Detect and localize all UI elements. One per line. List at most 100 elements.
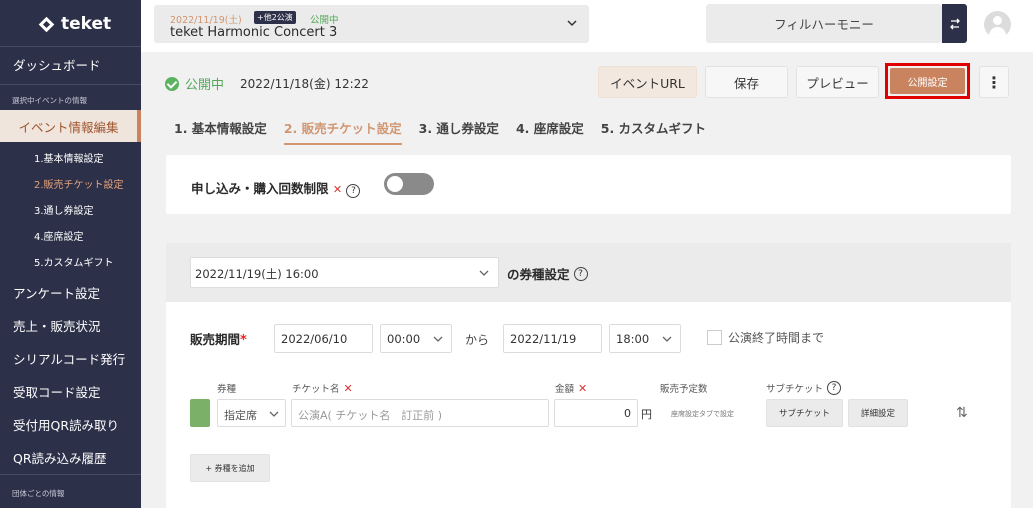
sidebar-item-receive-code[interactable]: 受取コード設定	[0, 379, 141, 404]
divider	[0, 474, 141, 475]
sidebar-subitem-seat[interactable]: 4.座席設定	[34, 228, 84, 243]
status-label: 公開中	[185, 78, 225, 93]
ticket-price-input[interactable]: 0	[554, 399, 638, 427]
performance-selector[interactable]: 2022/11/19(土) 16:00	[190, 257, 499, 288]
sidebar-subitem-basic[interactable]: 1.基本情報設定	[34, 150, 104, 165]
organization-selector[interactable]: フィルハーモニー	[706, 4, 942, 43]
yen-unit: 円	[641, 408, 652, 421]
sidebar-item-serial[interactable]: シリアルコード発行	[0, 346, 141, 371]
kebab-icon: ⋮	[986, 72, 1002, 92]
publish-status: 公開中 2022/11/18(金) 12:22	[165, 74, 369, 93]
ticket-color-swatch[interactable]	[190, 399, 210, 427]
column-sub-text: サブチケット	[766, 384, 824, 395]
tab-pass[interactable]: 3. 通し券設定	[419, 118, 499, 145]
start-time-value: 00:00	[387, 332, 421, 346]
sub-ticket-button[interactable]: サブチケット	[766, 399, 843, 427]
ticket-type-card: 2022/11/19(土) 16:00 の券種設定 ? 販売期間* 2022/0…	[166, 243, 1011, 508]
column-type-text: 券種	[217, 384, 237, 395]
end-time-select[interactable]: 18:00	[609, 324, 681, 353]
event-title: teket Harmonic Concert 3	[170, 25, 338, 40]
column-name-text: チケット名	[292, 384, 340, 395]
event-selector[interactable]: 2022/11/19(土) +他2公演 公開中 teket Harmonic C…	[154, 5, 589, 43]
sidebar-item-event-edit[interactable]: イベント情報編集	[0, 110, 141, 142]
ticket-type-header: 2022/11/19(土) 16:00 の券種設定 ?	[166, 243, 1011, 302]
ticket-name-input[interactable]: 公演A( チケット名 訂正前 )	[291, 399, 549, 427]
performance-value: 2022/11/19(土) 16:00	[195, 267, 319, 281]
user-avatar[interactable]	[984, 11, 1011, 38]
chevron-down-icon	[479, 270, 489, 276]
required-mark-icon: ✕	[578, 381, 588, 395]
switch-organization-button[interactable]	[942, 4, 967, 43]
preview-button[interactable]: プレビュー	[796, 66, 879, 98]
help-icon[interactable]: ?	[573, 266, 588, 281]
publish-settings-button[interactable]: 公開設定	[890, 68, 965, 94]
chevron-down-icon	[662, 336, 672, 342]
divider	[0, 84, 141, 85]
ticket-type-value: 指定席	[224, 409, 257, 422]
column-header-type: 券種	[217, 381, 236, 395]
sort-handle-icon[interactable]: ⇅	[956, 405, 968, 421]
until-end-label: 公演終了時間まで	[728, 331, 825, 345]
sidebar-item-survey[interactable]: アンケート設定	[0, 280, 141, 305]
ticket-type-title: の券種設定 ?	[507, 264, 588, 283]
check-circle-icon	[165, 76, 179, 91]
multi-performance-badge: +他2公演	[254, 11, 296, 24]
save-button[interactable]: 保存	[705, 66, 788, 98]
help-icon[interactable]: ?	[827, 381, 842, 395]
event-status: 公開中	[310, 15, 339, 26]
ticket-type-select[interactable]: 指定席	[217, 399, 286, 427]
sidebar-subitem-ticket[interactable]: 2.販売チケット設定	[34, 176, 124, 191]
chevron-down-icon	[269, 411, 279, 417]
planned-count-note: 座席設定タブで設定	[671, 410, 734, 418]
sidebar-subitem-pass[interactable]: 3.通し券設定	[34, 202, 94, 217]
required-asterisk: *	[240, 333, 247, 348]
chevron-down-icon	[433, 336, 443, 342]
sidebar-section-group: 団体ごとの情報	[12, 489, 65, 498]
sales-period-text: 販売期間	[190, 332, 241, 347]
sidebar-subitem-gift[interactable]: 5.カスタムギフト	[34, 254, 114, 269]
purchase-limit-label: 申し込み・購入回数制限	[191, 181, 329, 196]
swap-icon	[949, 18, 960, 29]
publish-settings-highlight: 公開設定	[885, 63, 970, 99]
tab-gift[interactable]: 5. カスタムギフト	[601, 118, 706, 145]
required-mark-icon: ✕	[332, 183, 343, 196]
topbar: 2022/11/19(土) +他2公演 公開中 teket Harmonic C…	[141, 0, 1033, 52]
detail-settings-button[interactable]: 詳細設定	[848, 399, 908, 427]
column-planned-text: 販売予定数	[660, 384, 708, 395]
sidebar-section-selected-event: 選択中イベントの情報	[12, 96, 87, 105]
sidebar-item-qr-history[interactable]: QR読み込み履歴	[0, 445, 141, 470]
start-date-input[interactable]: 2022/06/10	[274, 324, 373, 353]
purchase-limit-row: 申し込み・購入回数制限 ✕ ?	[191, 178, 361, 198]
end-time-value: 18:00	[616, 332, 650, 346]
tab-basic[interactable]: 1. 基本情報設定	[174, 118, 267, 145]
help-icon[interactable]: ?	[346, 184, 361, 198]
tab-ticket[interactable]: 2. 販売チケット設定	[283, 118, 402, 145]
sidebar-item-qr-reader[interactable]: 受付用QR読み取り	[0, 412, 141, 437]
sidebar-item-sales[interactable]: 売上・販売状況	[0, 313, 141, 338]
event-url-button[interactable]: イベントURL	[598, 66, 697, 98]
status-datetime: 2022/11/18(金) 12:22	[240, 77, 369, 91]
settings-tabs: 1. 基本情報設定 2. 販売チケット設定 3. 通し券設定 4. 座席設定 5…	[174, 118, 706, 145]
ticket-type-title-text: の券種設定	[507, 267, 570, 282]
sidebar-item-dashboard[interactable]: ダッシュボード	[0, 52, 141, 77]
add-ticket-type-button[interactable]: + 券種を追加	[190, 454, 270, 482]
column-header-planned: 販売予定数	[660, 381, 708, 395]
column-header-name: チケット名 ✕	[292, 381, 353, 396]
purchase-limit-card: 申し込み・購入回数制限 ✕ ?	[166, 155, 1011, 214]
chevron-down-icon	[567, 20, 577, 27]
more-menu-button[interactable]: ⋮	[979, 66, 1009, 98]
event-date: 2022/11/19(土)	[170, 15, 242, 26]
required-mark-icon: ✕	[343, 381, 353, 395]
column-header-price: 金額 ✕	[555, 381, 588, 396]
period-separator: から	[465, 333, 490, 347]
end-date-input[interactable]: 2022/11/19	[503, 324, 602, 353]
purchase-limit-toggle[interactable]	[384, 173, 434, 195]
tab-seat[interactable]: 4. 座席設定	[516, 118, 584, 145]
start-time-select[interactable]: 00:00	[380, 324, 452, 353]
divider	[0, 46, 141, 47]
checkbox[interactable]	[707, 330, 722, 345]
teket-logo[interactable]: teket	[38, 14, 111, 34]
column-price-text: 金額	[555, 384, 575, 395]
logo-icon	[38, 16, 55, 33]
until-end-checkbox[interactable]: 公演終了時間まで	[707, 329, 824, 346]
